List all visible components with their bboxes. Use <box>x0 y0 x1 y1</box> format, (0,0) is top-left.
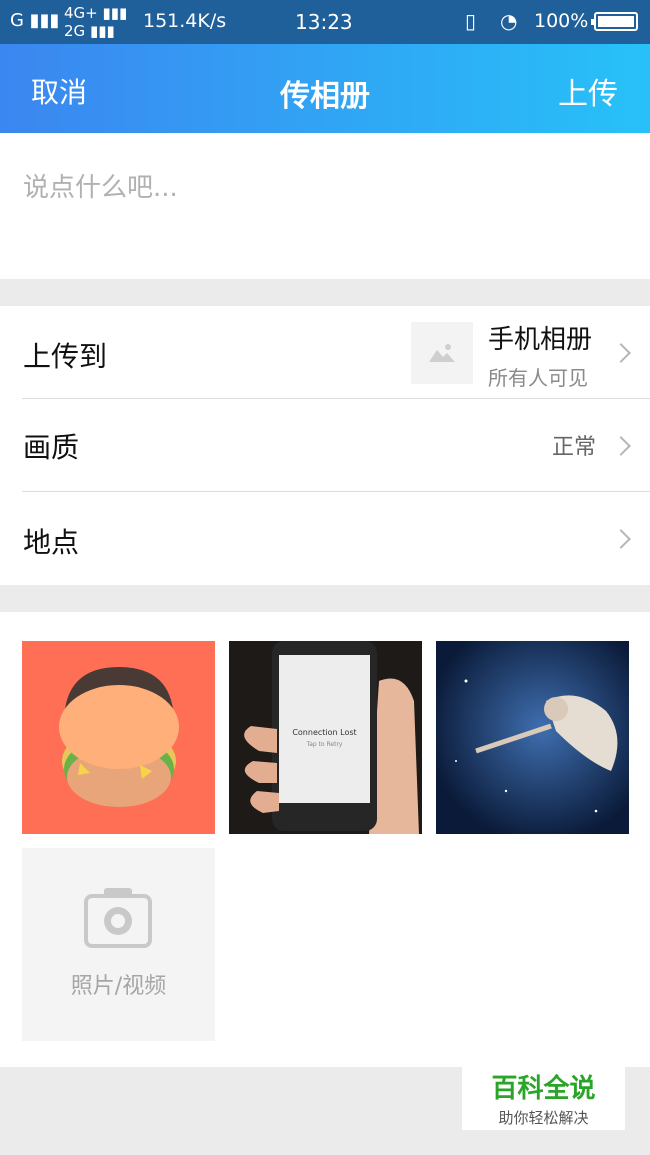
upload-to-row[interactable]: 上传到 手机相册 所有人可见 <box>0 306 650 399</box>
burger-illustration <box>59 667 179 807</box>
album-name: 手机相册 <box>488 325 593 355</box>
chevron-right-icon <box>611 529 631 549</box>
quality-label: 画质 <box>23 431 80 464</box>
connection-lost-text: Connection Lost <box>292 728 357 737</box>
network-speed: 151.4K/s <box>143 10 227 32</box>
space-figure-image <box>436 641 629 834</box>
tap-to-retry-text: Tap to Retry <box>306 741 343 748</box>
album-privacy: 所有人可见 <box>488 366 588 390</box>
photo-thumbnail-phone[interactable]: Connection Lost Tap to Retry <box>229 641 422 834</box>
add-photo-video-button[interactable]: 照片/视频 <box>22 848 215 1041</box>
photo-grid: Connection Lost Tap to Retry 照片/视频 <box>0 612 650 1067</box>
phone-connection-lost-image <box>229 641 422 834</box>
upload-button[interactable]: 上传 <box>558 69 618 113</box>
network-indicator: 4G+ ▮▮▮ 2G ▮▮▮ <box>64 4 128 40</box>
upload-to-label: 上传到 <box>23 340 108 373</box>
location-row[interactable]: 地点 <box>0 492 650 585</box>
caption-input[interactable]: 说点什么吧... <box>0 133 650 279</box>
signal-icon: G ▮▮▮ <box>10 10 60 31</box>
top-bar: 取消 传相册 上传 <box>0 44 650 133</box>
quality-row[interactable]: 画质 正常 <box>0 399 650 492</box>
photo-thumbnail-burger[interactable] <box>22 641 215 834</box>
chevron-right-icon <box>611 436 631 456</box>
wifi-icon: ◔ <box>500 9 518 33</box>
location-label: 地点 <box>23 526 80 559</box>
watermark-title: 百科全说 <box>491 1074 596 1104</box>
upload-settings: 上传到 手机相册 所有人可见 画质 正常 地点 <box>0 306 650 585</box>
photo-thumbnail-space[interactable] <box>436 641 629 834</box>
watermark-subtitle: 助你轻松解决 <box>498 1109 589 1127</box>
vibrate-icon: ▯ <box>465 9 477 33</box>
caption-placeholder: 说点什么吧... <box>23 173 178 203</box>
add-photo-video-label: 照片/视频 <box>70 974 167 999</box>
battery-percent: 100% <box>534 10 589 32</box>
page-title: 传相册 <box>280 79 370 114</box>
status-bar: G ▮▮▮ 4G+ ▮▮▮ 2G ▮▮▮ 151.4K/s 13:23 ▯ ◔ 1… <box>0 0 650 44</box>
clock: 13:23 <box>295 10 353 34</box>
battery-icon <box>591 12 638 31</box>
album-thumbnail-icon <box>411 322 473 384</box>
quality-value: 正常 <box>551 435 596 460</box>
camera-icon <box>84 888 152 948</box>
chevron-right-icon <box>611 343 631 363</box>
watermark-logo: 百科全说 助你轻松解决 <box>462 1064 625 1130</box>
